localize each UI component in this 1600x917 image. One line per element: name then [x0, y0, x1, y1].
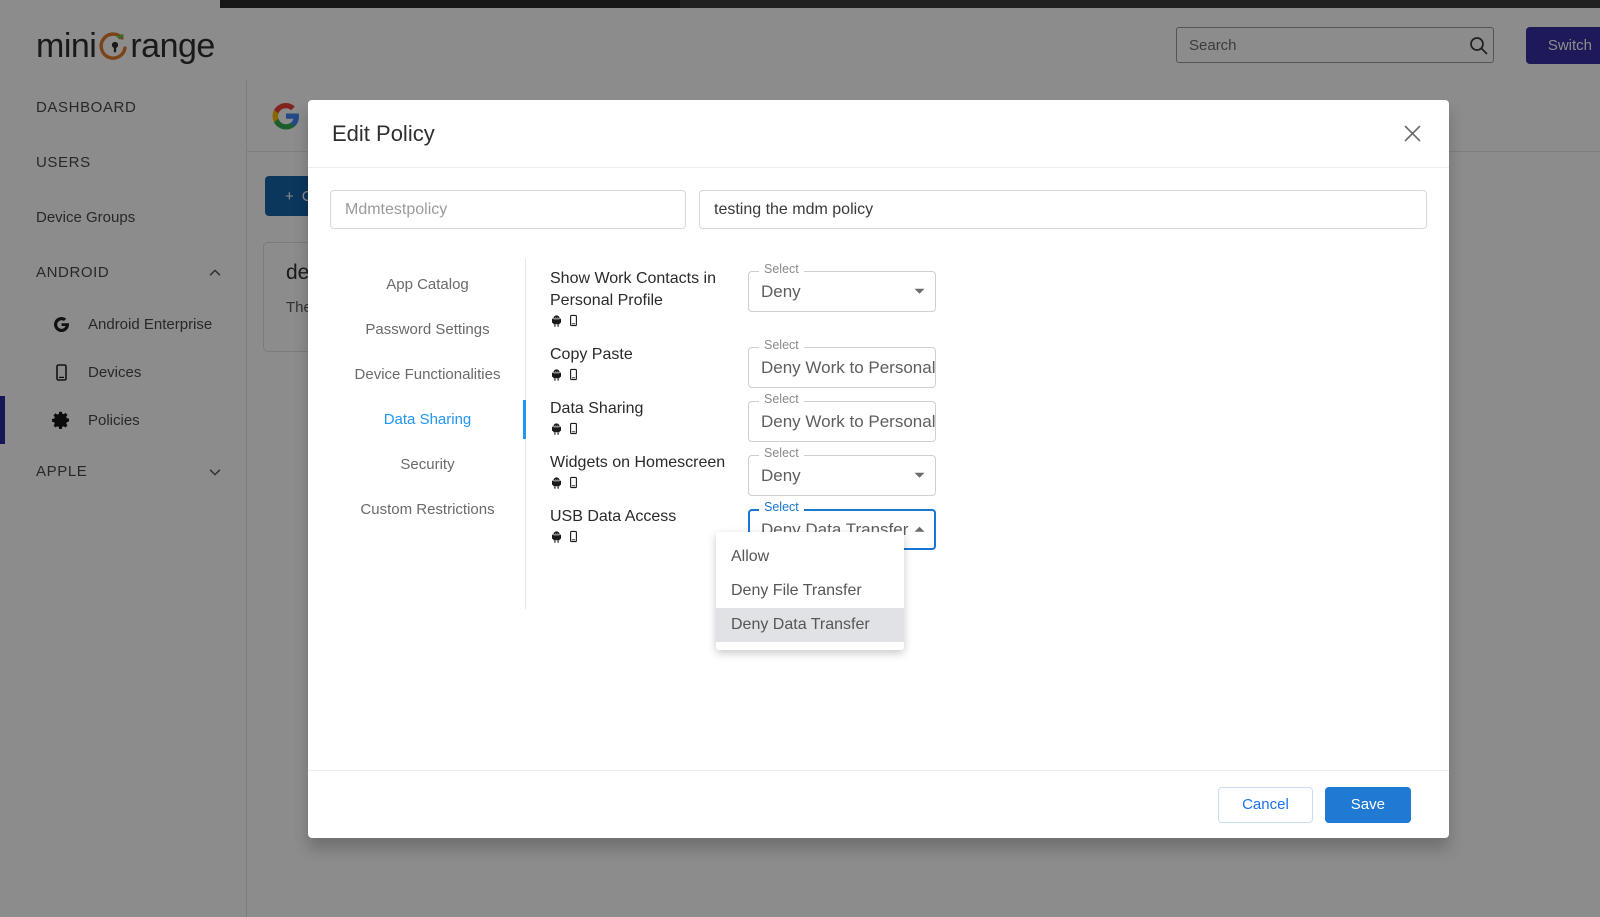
tab-label: Password Settings [365, 321, 490, 338]
setting-label-text: USB Data Access [550, 508, 677, 525]
select-value: Deny [761, 281, 801, 301]
tab-password-settings[interactable]: Password Settings [330, 307, 525, 352]
policy-fields-row [330, 190, 1427, 229]
setting-label-text: Data Sharing [550, 400, 644, 417]
tab-label: Data Sharing [383, 411, 472, 428]
android-icon [552, 315, 561, 327]
select-widgets-on-homescreen[interactable]: Select Deny [748, 447, 936, 496]
phone-icon [570, 368, 577, 381]
select-legend: Select [759, 393, 804, 406]
setting-row-usb-data-access: USB Data Access Select Deny Data Transfe… [550, 501, 1427, 559]
dropdown-option-label: Deny File Transfer [731, 582, 862, 599]
setting-label: Show Work Contacts in Personal Profile [550, 267, 740, 327]
edit-policy-modal: Edit Policy App Catalog Password Setting… [308, 100, 1449, 838]
dropdown-option-deny-file-transfer[interactable]: Deny File Transfer [716, 574, 904, 608]
dropdown-option-label: Allow [731, 548, 770, 565]
select-legend: Select [759, 447, 804, 460]
android-icon [552, 369, 561, 381]
setting-row-data-sharing: Data Sharing Select Deny Work to Persona… [550, 393, 1427, 451]
dropdown-option-label: Deny Data Transfer [731, 616, 870, 633]
setting-row-copy-paste: Copy Paste Select Deny Work to Personal [550, 339, 1427, 397]
android-icon [552, 477, 561, 489]
phone-icon [570, 530, 577, 543]
tab-security[interactable]: Security [330, 442, 525, 487]
platform-icons [550, 422, 740, 435]
platform-icons [550, 314, 740, 327]
dropdown-option-allow[interactable]: Allow [716, 540, 904, 574]
chevron-down-icon[interactable] [914, 271, 925, 312]
tab-custom-restrictions[interactable]: Custom Restrictions [330, 487, 525, 532]
tab-label: App Catalog [386, 276, 469, 293]
modal-title: Edit Policy [332, 120, 435, 146]
save-button[interactable]: Save [1324, 786, 1411, 823]
setting-label: Copy Paste [550, 343, 740, 381]
modal-header: Edit Policy [308, 100, 1449, 168]
usb-data-access-dropdown-menu[interactable]: Allow Deny File Transfer Deny Data Trans… [716, 532, 904, 650]
tab-app-catalog[interactable]: App Catalog [330, 262, 525, 307]
setting-label: Data Sharing [550, 397, 740, 435]
setting-label-text: Widgets on Homescreen [550, 454, 726, 471]
policy-name-input[interactable] [330, 190, 686, 229]
setting-row-widgets-on-homescreen: Widgets on Homescreen Select Deny [550, 447, 1427, 505]
select-value: Deny Work to Personal [761, 357, 936, 377]
chevron-up-icon[interactable] [914, 509, 925, 550]
setting-label: USB Data Access [550, 505, 740, 543]
platform-icons [550, 368, 740, 381]
select-legend: Select [759, 339, 804, 352]
setting-label-text: Show Work Contacts in Personal Profile [550, 270, 716, 309]
tab-label: Device Functionalities [354, 366, 501, 383]
modal-body: App Catalog Password Settings Device Fun… [308, 168, 1449, 770]
settings-list: Show Work Contacts in Personal Profile S… [526, 259, 1427, 609]
settings-tab-list: App Catalog Password Settings Device Fun… [330, 259, 526, 609]
select-legend: Select [759, 263, 804, 276]
select-data-sharing[interactable]: Select Deny Work to Personal [748, 393, 936, 442]
tab-data-sharing[interactable]: Data Sharing [330, 397, 526, 442]
tab-label: Security [400, 456, 455, 473]
tab-label: Custom Restrictions [360, 501, 495, 518]
policy-description-input[interactable] [699, 190, 1427, 229]
dropdown-option-deny-data-transfer[interactable]: Deny Data Transfer [716, 608, 904, 642]
platform-icons [550, 476, 746, 489]
select-copy-paste[interactable]: Select Deny Work to Personal [748, 339, 936, 388]
modal-footer: Cancel Save [308, 770, 1449, 838]
select-legend: Select [759, 501, 804, 514]
android-icon [552, 423, 561, 435]
phone-icon [570, 314, 577, 326]
android-icon [552, 531, 561, 543]
chevron-down-icon[interactable] [914, 455, 925, 496]
tab-device-functionalities[interactable]: Device Functionalities [330, 352, 525, 397]
close-icon[interactable] [1397, 119, 1427, 149]
select-show-work-contacts[interactable]: Select Deny [748, 263, 936, 312]
cancel-button[interactable]: Cancel [1218, 786, 1313, 823]
phone-icon [570, 476, 577, 489]
platform-icons [550, 530, 740, 543]
select-value: Deny [761, 465, 801, 485]
setting-label: Widgets on Homescreen [550, 451, 746, 489]
select-value: Deny Work to Personal [761, 411, 936, 431]
phone-icon [570, 422, 577, 435]
setting-row-show-work-contacts: Show Work Contacts in Personal Profile S… [550, 263, 1427, 343]
setting-label-text: Copy Paste [550, 346, 633, 363]
